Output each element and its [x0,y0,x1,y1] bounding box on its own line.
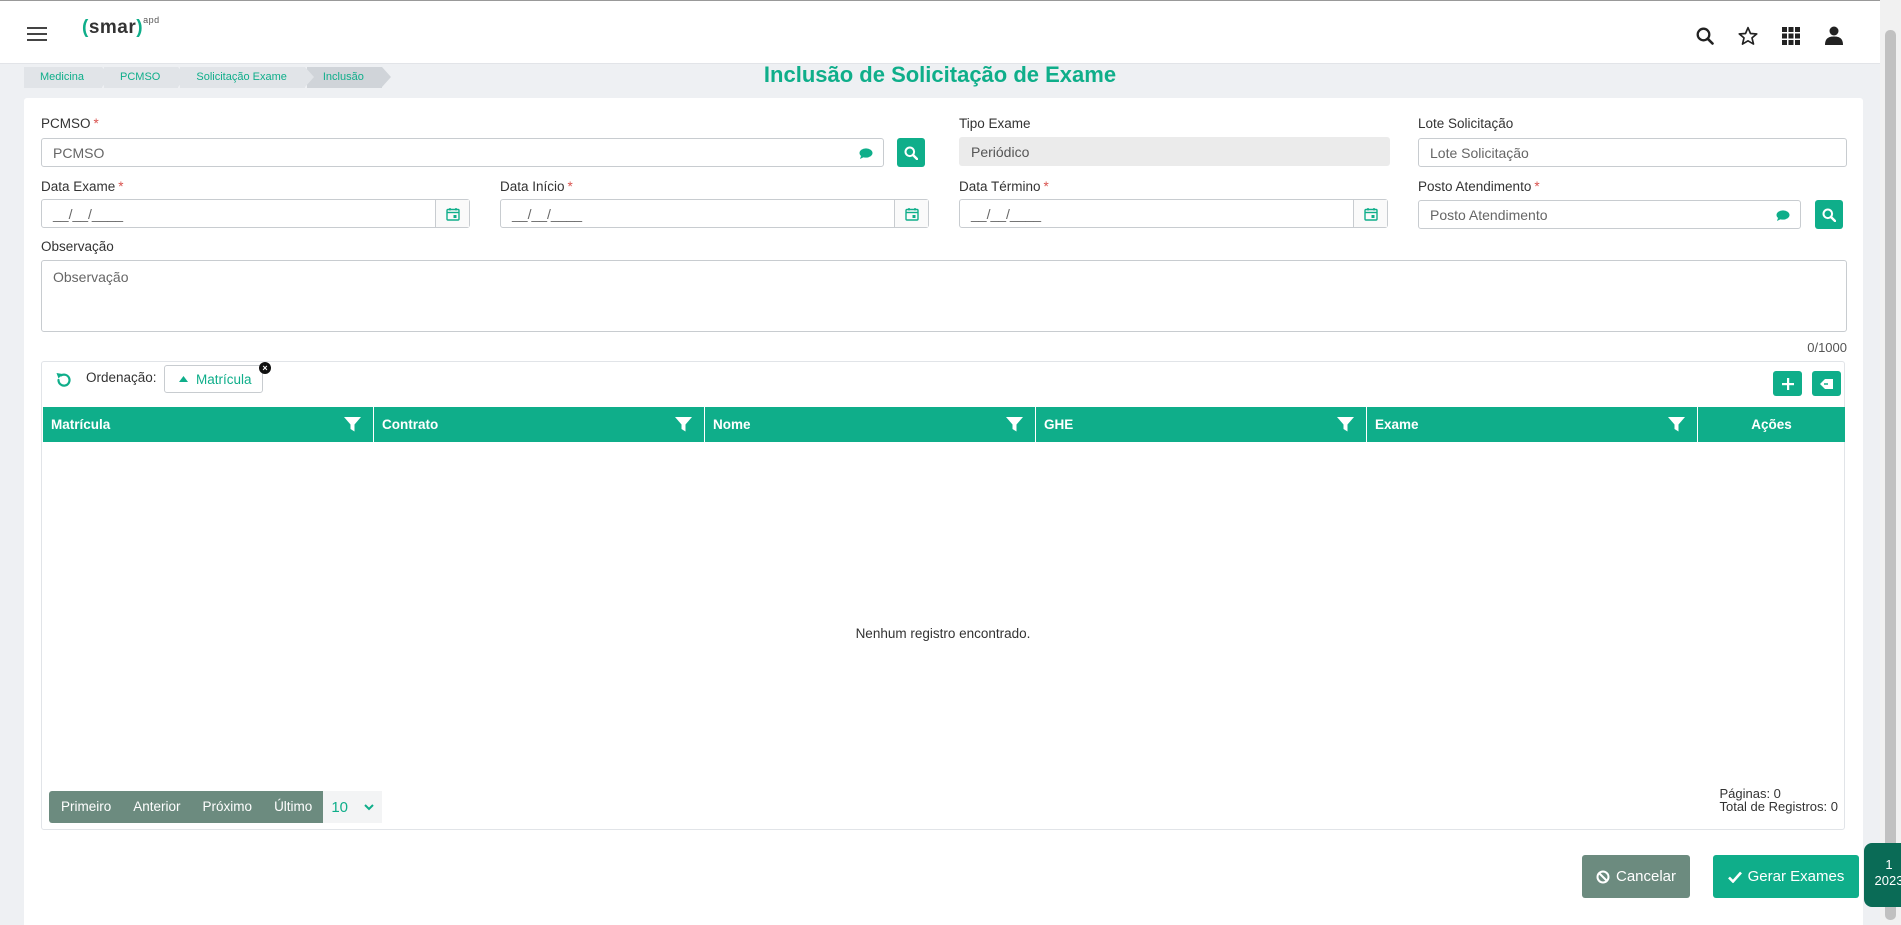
chat-icon [859,148,873,159]
data-termino-label: Data Término * [959,179,1049,194]
top-bar: (smar)apd [0,0,1880,64]
column-ghe[interactable]: GHE [1036,407,1367,442]
column-exame[interactable]: Exame [1367,407,1698,442]
search-icon[interactable] [1694,25,1715,46]
data-exame-input[interactable]: __/__/____ [41,199,470,228]
filter-icon[interactable] [1337,416,1354,433]
star-icon[interactable] [1737,25,1758,46]
pagination: Primeiro Anterior Próximo Último 10 [49,791,383,823]
user-icon[interactable] [1823,25,1844,46]
form-card: PCMSO * PCMSO Tipo Exame Periódico Lote S… [24,98,1863,925]
filter-icon[interactable] [675,416,692,433]
data-inicio-input[interactable]: __/__/____ [500,199,929,228]
check-icon [1727,871,1742,883]
apps-grid-icon[interactable] [1780,25,1801,46]
posto-atendimento-label: Posto Atendimento * [1418,179,1540,194]
year-badge[interactable]: 1 2023 [1864,843,1901,907]
ordenacao-label: Ordenação: [86,370,157,385]
chevron-down-icon [364,803,374,810]
column-matricula[interactable]: Matrícula [43,407,374,442]
cancel-button[interactable]: Cancelar [1582,855,1690,898]
data-exame-label: Data Exame * [41,179,124,194]
pager-first-button[interactable]: Primeiro [49,791,123,823]
page-title: Inclusão de Solicitação de Exame [763,62,1117,87]
column-nome[interactable]: Nome [705,407,1036,442]
column-contrato[interactable]: Contrato [374,407,705,442]
ban-icon [1596,870,1610,883]
pager-last-button[interactable]: Último [263,791,324,823]
pcmso-search-button[interactable] [897,138,925,167]
pager-next-button[interactable]: Próximo [191,791,264,823]
total-records: Total de Registros: 0 [1719,799,1838,814]
generate-exams-button[interactable]: Gerar Exames [1713,855,1859,898]
filter-icon[interactable] [344,416,361,433]
observacao-textarea[interactable]: Observação [41,260,1847,332]
tipo-exame-field: Periódico [959,137,1390,166]
menu-icon[interactable] [27,27,47,41]
data-inicio-label: Data Início * [500,179,573,194]
pager-prev-button[interactable]: Anterior [122,791,192,823]
observacao-label: Observação [41,239,114,254]
calendar-icon[interactable] [1353,200,1387,227]
search-icon [1822,208,1836,222]
plus-icon [1781,377,1794,390]
tipo-exame-label: Tipo Exame [959,116,1031,131]
posto-atendimento-input[interactable]: Posto Atendimento [1418,200,1801,229]
pcmso-label: PCMSO * [41,116,99,131]
filter-icon[interactable] [1668,416,1685,433]
posto-search-button[interactable] [1815,200,1843,229]
observacao-counter: 0/1000 [1807,340,1847,355]
results-grid: Ordenação: Matrícula × Matrícula Contrat… [41,361,1845,830]
calendar-icon[interactable] [894,200,928,227]
calendar-icon[interactable] [435,200,469,227]
page-scrollbar[interactable] [1880,0,1901,925]
column-acoes: Ações [1751,417,1792,432]
pcmso-input[interactable]: PCMSO [41,138,884,167]
clear-filters-button[interactable] [1812,371,1841,396]
eraser-icon [1820,378,1833,389]
sort-chip[interactable]: Matrícula [164,365,263,393]
lote-solicitacao-input[interactable]: Lote Solicitação [1418,138,1847,167]
table-header: Matrícula Contrato Nome GHE Exame Ações [43,407,1845,442]
remove-sort-icon[interactable]: × [259,362,271,374]
chat-icon [1776,210,1790,221]
empty-message: Nenhum registro encontrado. [855,626,1031,641]
data-termino-input[interactable]: __/__/____ [959,199,1388,228]
filter-icon[interactable] [1006,416,1023,433]
sort-asc-icon [179,376,188,382]
app-logo[interactable]: (smar)apd [82,15,160,39]
page-size-select[interactable]: 10 [323,791,383,823]
pagination-info: Páginas: 0 Total de Registros: 0 [1719,787,1838,813]
refresh-icon[interactable] [55,371,73,389]
search-icon [904,146,918,160]
lote-solicitacao-label: Lote Solicitação [1418,116,1514,131]
add-button[interactable] [1773,371,1802,396]
